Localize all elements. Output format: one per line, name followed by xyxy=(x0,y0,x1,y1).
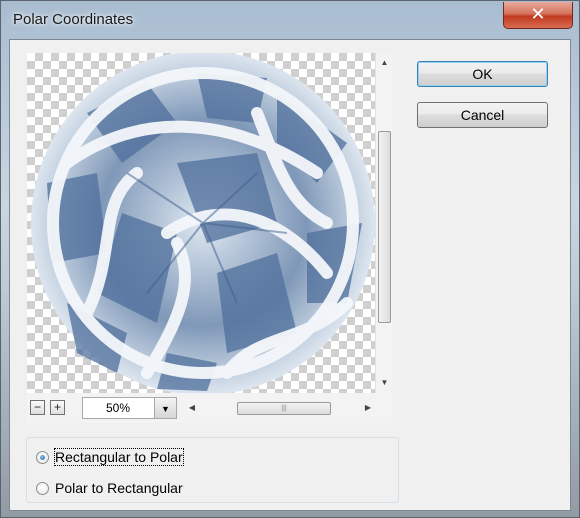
preview-horizontal-scrollbar[interactable]: ◀ ||| ▶ xyxy=(185,399,375,417)
zoom-in-button[interactable]: + xyxy=(50,400,65,415)
radio-button[interactable] xyxy=(36,451,49,464)
horizontal-scroll-thumb[interactable]: ||| xyxy=(237,402,331,415)
zoom-out-button[interactable]: − xyxy=(30,400,45,415)
option-label[interactable]: Polar to Rectangular xyxy=(55,480,183,496)
close-button[interactable]: ✕ xyxy=(503,2,573,29)
scroll-right-icon[interactable]: ▶ xyxy=(361,399,375,417)
dialog-window: Polar Coordinates ✕ ▲ ▼ − + 50% ▼ ◀ ||| … xyxy=(0,0,580,518)
chevron-down-icon[interactable]: ▼ xyxy=(154,398,176,418)
conversion-options: Rectangular to Polar Polar to Rectangula… xyxy=(26,437,399,503)
plus-icon: + xyxy=(53,400,61,414)
vertical-scroll-thumb[interactable] xyxy=(378,131,391,323)
radio-selected-dot xyxy=(40,455,45,460)
cancel-button[interactable]: Cancel xyxy=(417,102,548,128)
dialog-title: Polar Coordinates xyxy=(13,11,134,28)
minus-icon: − xyxy=(33,400,41,414)
dialog-client-area: ▲ ▼ − + 50% ▼ ◀ ||| ▶ OK Cancel Rectangu… xyxy=(9,39,571,511)
radio-button[interactable] xyxy=(36,482,49,495)
filter-preview[interactable] xyxy=(27,53,375,393)
preview-vertical-scrollbar[interactable]: ▲ ▼ xyxy=(375,53,392,393)
scroll-up-icon[interactable]: ▲ xyxy=(376,55,393,71)
zoom-value: 50% xyxy=(105,401,131,415)
option-label[interactable]: Rectangular to Polar xyxy=(54,448,184,466)
ok-button[interactable]: OK xyxy=(417,61,548,87)
close-icon: ✕ xyxy=(530,4,546,24)
scroll-down-icon[interactable]: ▼ xyxy=(376,375,393,391)
preview-image xyxy=(31,53,375,393)
zoom-select[interactable]: 50% ▼ xyxy=(82,397,177,419)
scroll-left-icon[interactable]: ◀ xyxy=(185,399,199,417)
preview-controls: − + 50% ▼ ◀ ||| ▶ xyxy=(27,393,392,423)
title-bar[interactable]: Polar Coordinates ✕ xyxy=(1,1,579,39)
